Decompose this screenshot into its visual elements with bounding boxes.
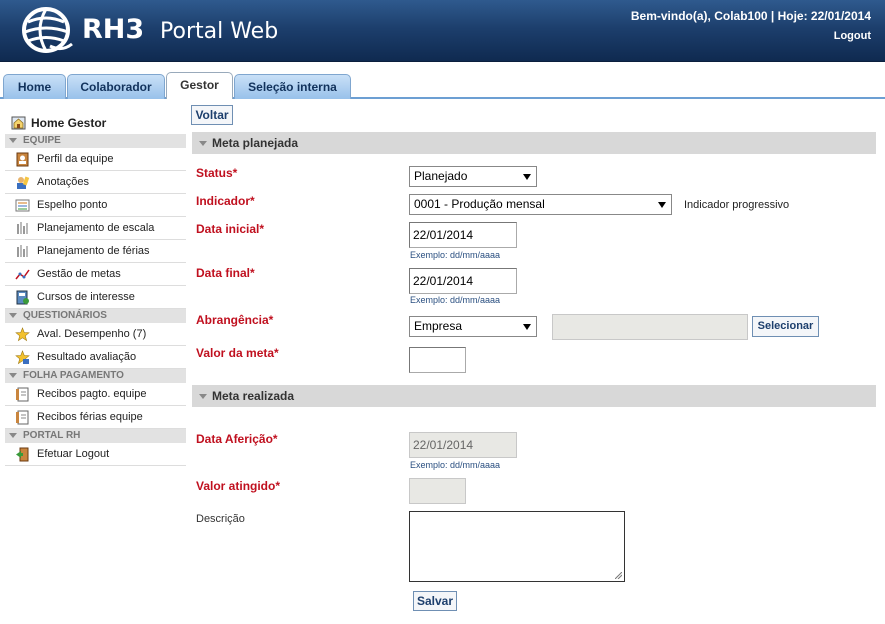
home-icon — [11, 116, 26, 130]
sidebar: Home Gestor EQUIPE Perfil da equipe Anot… — [5, 112, 186, 466]
tab-home[interactable]: Home — [3, 74, 66, 99]
measure-date-hint: Exemplo: dd/mm/aaaa — [410, 460, 501, 470]
description-textarea[interactable] — [409, 511, 625, 582]
start-date-label: Data inicial* — [196, 222, 265, 236]
sidebar-item-resultado-avaliacao[interactable]: Resultado avaliação — [5, 346, 186, 369]
achieved-value-input — [409, 478, 466, 504]
logo-subtitle: Portal Web — [160, 19, 279, 44]
chevron-down-icon — [523, 324, 531, 330]
timesheet-icon — [15, 199, 30, 212]
measure-date-input: 22/01/2014 — [409, 432, 517, 458]
sidebar-item-efetuar-logout[interactable]: Efetuar Logout — [5, 443, 186, 466]
resize-handle-icon[interactable] — [615, 572, 622, 579]
tab-selecao-interna[interactable]: Seleção interna — [234, 74, 351, 99]
back-button[interactable]: Voltar — [191, 105, 233, 125]
save-button[interactable]: Salvar — [413, 591, 457, 611]
sidebar-section-folha-pagamento: FOLHA PAGAMENTO — [5, 369, 186, 383]
courses-icon — [16, 290, 29, 305]
chevron-down-icon — [523, 174, 531, 180]
indicator-note: Indicador progressivo — [684, 199, 790, 211]
sidebar-item-perfil-equipe[interactable]: Perfil da equipe — [5, 148, 186, 171]
sidebar-item-recibos-ferias[interactable]: Recibos férias equipe — [5, 406, 186, 429]
sidebar-home-gestor[interactable]: Home Gestor — [5, 112, 186, 134]
end-date-label: Data final* — [196, 266, 255, 280]
tab-colaborador[interactable]: Colaborador — [67, 74, 165, 99]
indicator-select[interactable]: 0001 - Produção mensal — [409, 194, 672, 215]
sidebar-home-label: Home Gestor — [31, 116, 107, 130]
app-header: RH3 Portal Web Bem-vindo(a), Colab100 | … — [0, 0, 885, 62]
logo-text: RH3 — [82, 14, 145, 45]
sidebar-item-anotacoes[interactable]: Anotações — [5, 171, 186, 194]
status-select[interactable]: Planejado — [409, 166, 537, 187]
logout-link[interactable]: Logout — [834, 30, 871, 42]
sidebar-section-portal-rh: PORTAL RH — [5, 429, 186, 443]
star-result-icon — [15, 350, 30, 365]
end-date-hint: Exemplo: dd/mm/aaaa — [410, 295, 501, 305]
measure-date-label: Data Aferição* — [196, 432, 278, 446]
profile-icon — [16, 152, 29, 167]
welcome-text: Bem-vindo(a), Colab100 | Hoje: 22/01/201… — [630, 9, 871, 23]
vacation-icon — [17, 245, 28, 257]
sidebar-section-questionarios: QUESTIONÁRIOS — [5, 309, 186, 323]
select-button[interactable]: Selecionar — [752, 316, 819, 337]
description-label: Descrição — [196, 513, 245, 525]
receipt-icon — [16, 387, 29, 402]
scope-detail-field — [552, 314, 748, 340]
sidebar-item-gestao-metas[interactable]: Gestão de metas — [5, 263, 186, 286]
tab-gestor[interactable]: Gestor — [166, 72, 233, 99]
globe-logo-icon — [22, 7, 73, 53]
scope-label: Abrangência* — [196, 313, 274, 327]
end-date-input[interactable]: 22/01/2014 — [409, 268, 517, 294]
notes-icon — [17, 176, 30, 189]
sidebar-item-recibos-pagto[interactable]: Recibos pagto. equipe — [5, 383, 186, 406]
sidebar-item-cursos-interesse[interactable]: Cursos de interesse — [5, 286, 186, 309]
exit-icon — [16, 447, 29, 462]
main-tabs: Home Colaborador Gestor Seleção interna — [0, 62, 885, 99]
scope-select[interactable]: Empresa — [409, 316, 537, 337]
indicator-label: Indicador* — [196, 194, 255, 208]
schedule-icon — [17, 222, 28, 234]
sidebar-section-equipe: EQUIPE — [5, 134, 186, 148]
chevron-down-icon — [658, 202, 666, 208]
status-label: Status* — [196, 166, 238, 180]
receipt-vacation-icon — [16, 410, 29, 425]
achieved-value-label: Valor atingido* — [196, 479, 281, 493]
sidebar-item-aval-desempenho[interactable]: Aval. Desempenho (7) — [5, 323, 186, 346]
goals-chart-icon — [15, 269, 30, 280]
start-date-input[interactable]: 22/01/2014 — [409, 222, 517, 248]
star-icon — [15, 327, 30, 342]
target-value-input[interactable] — [409, 347, 466, 373]
target-value-label: Valor da meta* — [196, 346, 279, 360]
sidebar-item-planejamento-escala[interactable]: Planejamento de escala — [5, 217, 186, 240]
section-meta-realizada[interactable]: Meta realizada — [192, 385, 876, 407]
start-date-hint: Exemplo: dd/mm/aaaa — [410, 250, 501, 260]
sidebar-item-planejamento-ferias[interactable]: Planejamento de férias — [5, 240, 186, 263]
section-meta-planejada[interactable]: Meta planejada — [192, 132, 876, 154]
sidebar-item-espelho-ponto[interactable]: Espelho ponto — [5, 194, 186, 217]
